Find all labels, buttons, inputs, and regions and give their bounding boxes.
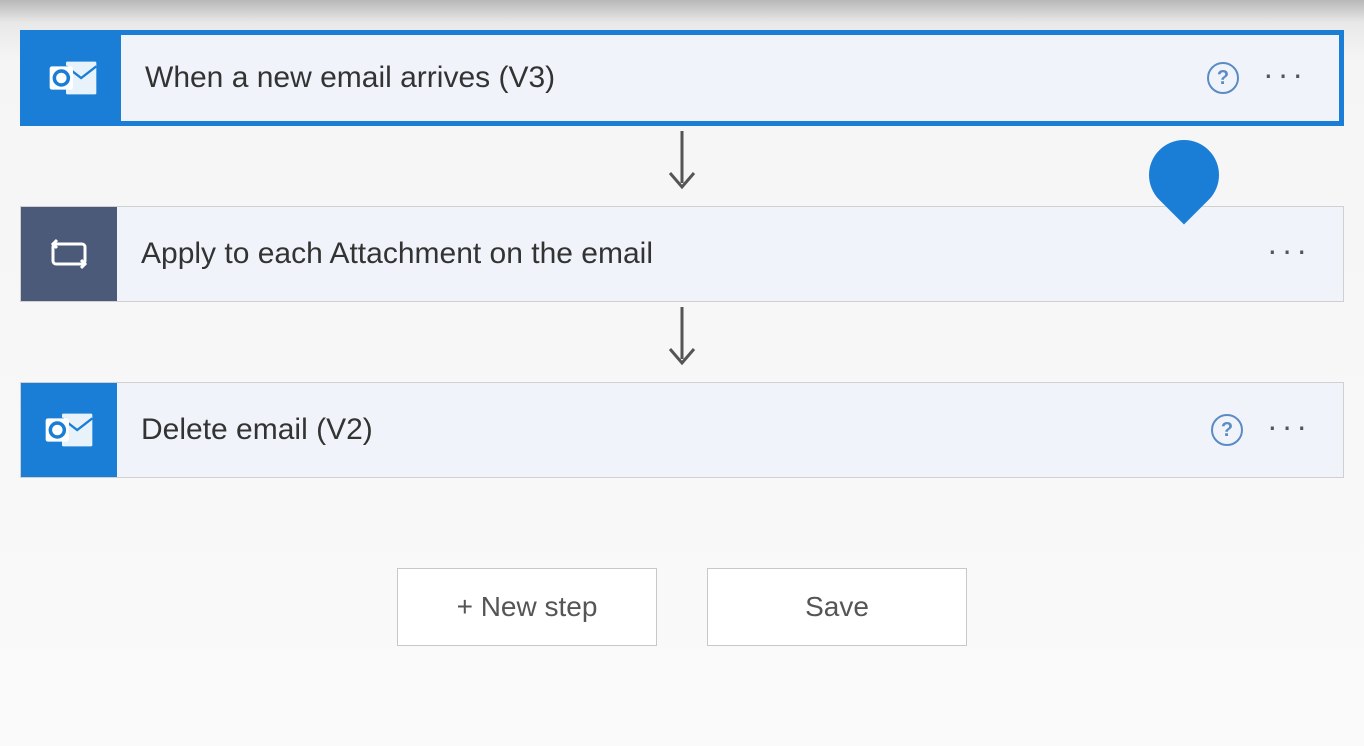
step-actions: ? ··· — [1207, 58, 1339, 98]
flow-step-delete-email[interactable]: Delete email (V2) ? ··· — [20, 382, 1344, 478]
new-step-button[interactable]: + New step — [397, 568, 657, 646]
more-icon[interactable]: ··· — [1267, 410, 1311, 450]
save-button[interactable]: Save — [707, 568, 967, 646]
outlook-icon — [21, 383, 117, 477]
step-title: Apply to each Attachment on the email — [117, 237, 1267, 271]
step-title: When a new email arrives (V3) — [121, 61, 1207, 95]
more-icon[interactable]: ··· — [1263, 58, 1307, 98]
flow-buttons: + New step Save — [397, 568, 967, 646]
flow-designer: When a new email arrives (V3) ? ··· Appl… — [20, 30, 1344, 646]
more-icon[interactable]: ··· — [1267, 234, 1311, 274]
flow-connector — [20, 126, 1344, 206]
step-title: Delete email (V2) — [117, 413, 1211, 447]
help-icon[interactable]: ? — [1211, 414, 1243, 446]
outlook-icon — [25, 35, 121, 121]
loop-icon — [21, 207, 117, 301]
step-actions: ? ··· — [1211, 410, 1343, 450]
step-actions: ··· — [1267, 234, 1343, 274]
flow-step-apply-to-each[interactable]: Apply to each Attachment on the email ··… — [20, 206, 1344, 302]
flow-step-trigger[interactable]: When a new email arrives (V3) ? ··· — [20, 30, 1344, 126]
flow-connector — [20, 302, 1344, 382]
help-icon[interactable]: ? — [1207, 62, 1239, 94]
